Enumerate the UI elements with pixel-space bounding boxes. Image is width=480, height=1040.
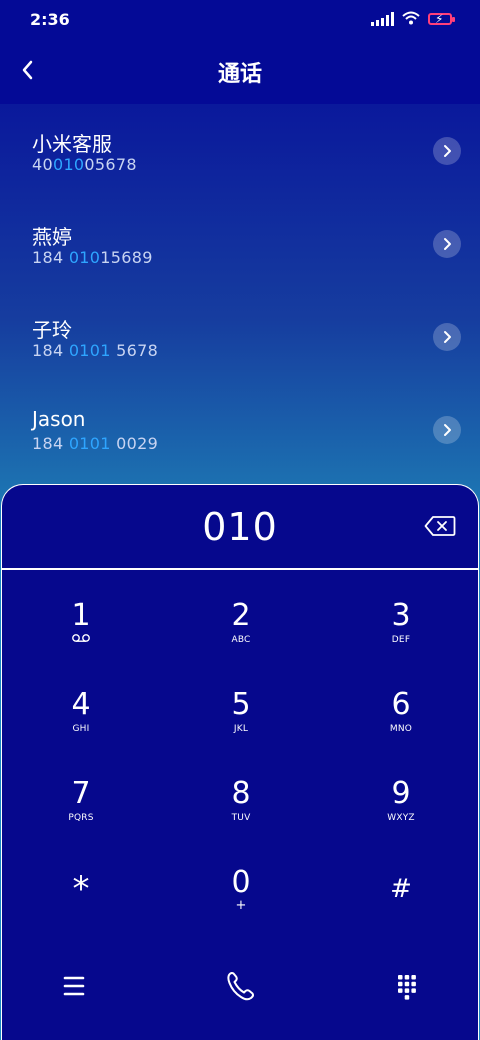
keypad-icon [398,975,416,1000]
match-highlight: 0101 [68,434,111,453]
key-digit: 4 [71,687,91,722]
match-highlight: 0101 [68,341,111,360]
key-9[interactable]: 9 WXYZ [341,777,461,857]
voicemail-icon [72,634,90,642]
contact-name: Jason [32,407,86,431]
contact-detail-button[interactable] [433,323,461,351]
divider [2,568,478,570]
key-digit: 9 [391,776,411,811]
key-letters: WXYZ [387,813,415,823]
key-digit: 0 [231,865,251,900]
signal-icon [371,12,394,26]
key-2[interactable]: 2 ABC [181,599,301,679]
contact-results-list: 小米客服 4001005678 燕婷 184 01015689 子玲 184 0… [0,104,480,476]
contact-name: 小米客服 [32,132,112,156]
phone-icon [227,972,254,1001]
key-digit: 7 [71,776,91,811]
dialed-number-display: 010 [202,505,278,549]
contact-number: 184 01015689 [32,248,153,267]
key-4[interactable]: 4 GHI [21,688,141,768]
key-5[interactable]: 5 JKL [181,688,301,768]
contact-name: 燕婷 [32,225,72,249]
key-star[interactable]: * [21,872,141,952]
key-digit: 8 [231,776,251,811]
key-digit: 2 [231,598,251,633]
key-letters: DEF [391,635,411,645]
dialer-screen: 2:36 ⚡ 通话 小米客服 4001005678 燕婷 184 0101568… [0,0,480,1040]
key-6[interactable]: 6 MNO [341,688,461,768]
key-letters: + [235,898,247,913]
key-3[interactable]: 3 DEF [341,599,461,679]
menu-button[interactable] [44,961,104,1011]
key-digit: 6 [391,687,411,722]
contact-name: 子玲 [32,318,72,342]
backspace-button[interactable] [424,515,456,537]
contact-number: 184 0101 0029 [32,434,159,453]
key-letters: ABC [231,635,251,645]
contact-number: 4001005678 [32,155,137,174]
battery-icon: ⚡ [428,12,455,26]
key-letters: JKL [233,724,249,734]
list-item[interactable]: 子玲 184 0101 5678 [0,290,480,383]
page-title: 通话 [217,62,262,87]
chevron-right-icon [444,331,451,343]
status-icons: ⚡ [371,11,455,27]
key-letters: GHI [72,724,90,734]
key-letters: MNO [389,724,413,734]
call-button[interactable] [211,961,271,1011]
contact-detail-button[interactable] [433,137,461,165]
key-digit: 3 [391,598,411,633]
key-hash[interactable]: # [341,872,461,952]
key-letters: PQRS [68,813,94,823]
menu-icon [63,976,85,996]
contact-detail-button[interactable] [433,230,461,258]
match-highlight: 010 [52,155,85,174]
key-0[interactable]: 0 + [181,866,301,946]
chevron-right-icon [444,145,451,157]
chevron-right-icon [444,424,451,436]
key-1[interactable]: 1 [21,599,141,679]
match-highlight: 010 [68,248,101,267]
dialpad-panel: 010 1 2 ABC 3 DEF 4 GHI 5 JKL 6 MNO 7 PQ… [1,484,479,1040]
key-digit: * [72,869,90,909]
status-bar: 2:36 ⚡ [0,0,480,40]
key-letters: TUV [231,813,251,823]
chevron-right-icon [444,238,451,250]
key-digit: # [390,874,412,904]
key-digit: 1 [71,598,91,633]
key-digit: 5 [231,687,251,722]
list-item[interactable]: Jason 184 0101 0029 [0,383,480,476]
key-7[interactable]: 7 PQRS [21,777,141,857]
list-item[interactable]: 燕婷 184 01015689 [0,197,480,290]
app-header: 通话 [0,40,480,104]
backspace-icon [424,516,456,536]
contact-number: 184 0101 5678 [32,341,159,360]
keypad-toggle-button[interactable] [377,961,437,1011]
contact-detail-button[interactable] [433,416,461,444]
list-item[interactable]: 小米客服 4001005678 [0,104,480,197]
wifi-icon [402,11,420,27]
key-8[interactable]: 8 TUV [181,777,301,857]
status-time: 2:36 [30,10,70,29]
